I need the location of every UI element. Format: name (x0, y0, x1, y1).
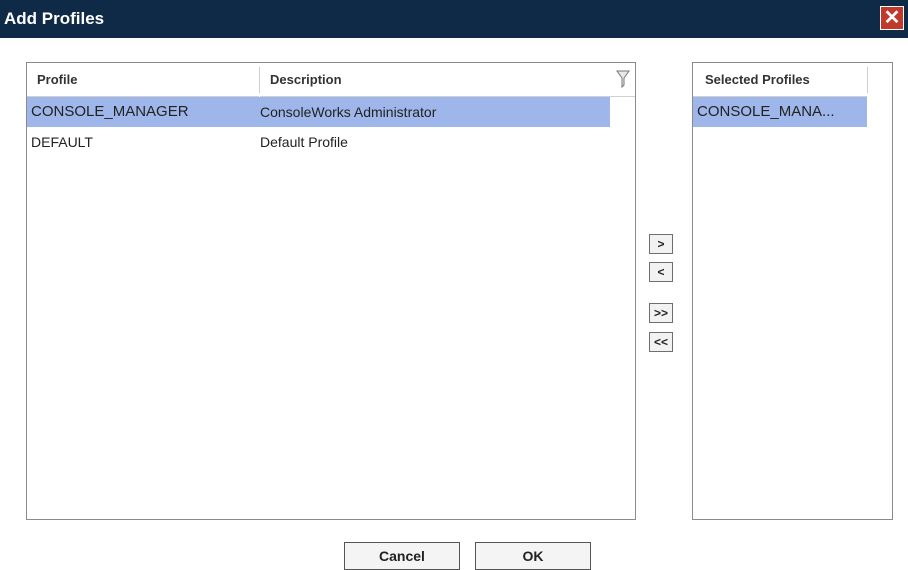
profile-cell: DEFAULT (31, 134, 93, 150)
close-icon: ✕ (883, 7, 901, 29)
table-row[interactable]: DEFAULT Default Profile (27, 127, 610, 157)
dialog-title: Add Profiles (4, 9, 105, 28)
description-cell: Default Profile (260, 134, 348, 150)
ok-button[interactable]: OK (475, 542, 591, 570)
table-row[interactable]: CONSOLE_MANAGER ConsoleWorks Administrat… (27, 97, 610, 127)
column-header-profile[interactable]: Profile (27, 63, 259, 97)
move-left-button[interactable]: < (649, 262, 673, 282)
selected-profiles-list: Selected Profiles CONSOLE_MANA... (692, 62, 893, 520)
move-all-right-button[interactable]: >> (649, 303, 673, 323)
column-header-description[interactable]: Description (260, 63, 610, 97)
selected-profile-name: CONSOLE_MANA... (697, 103, 835, 120)
move-right-button[interactable]: > (649, 234, 673, 254)
filter-icon (616, 70, 630, 88)
available-profiles-table: Profile Description CONSOLE_MANAGER Cons… (26, 62, 636, 520)
move-all-left-button[interactable]: << (649, 332, 673, 352)
cancel-button[interactable]: Cancel (344, 542, 460, 570)
column-divider[interactable] (867, 67, 868, 93)
dialog-titlebar: Add Profiles ✕ (0, 0, 908, 38)
profile-cell: CONSOLE_MANAGER (31, 103, 189, 120)
selected-profiles-header[interactable]: Selected Profiles (693, 63, 867, 97)
close-button[interactable]: ✕ (880, 6, 904, 30)
description-cell: ConsoleWorks Administrator (260, 104, 437, 120)
filter-button[interactable] (610, 63, 635, 97)
list-item[interactable]: CONSOLE_MANA... (693, 97, 867, 127)
